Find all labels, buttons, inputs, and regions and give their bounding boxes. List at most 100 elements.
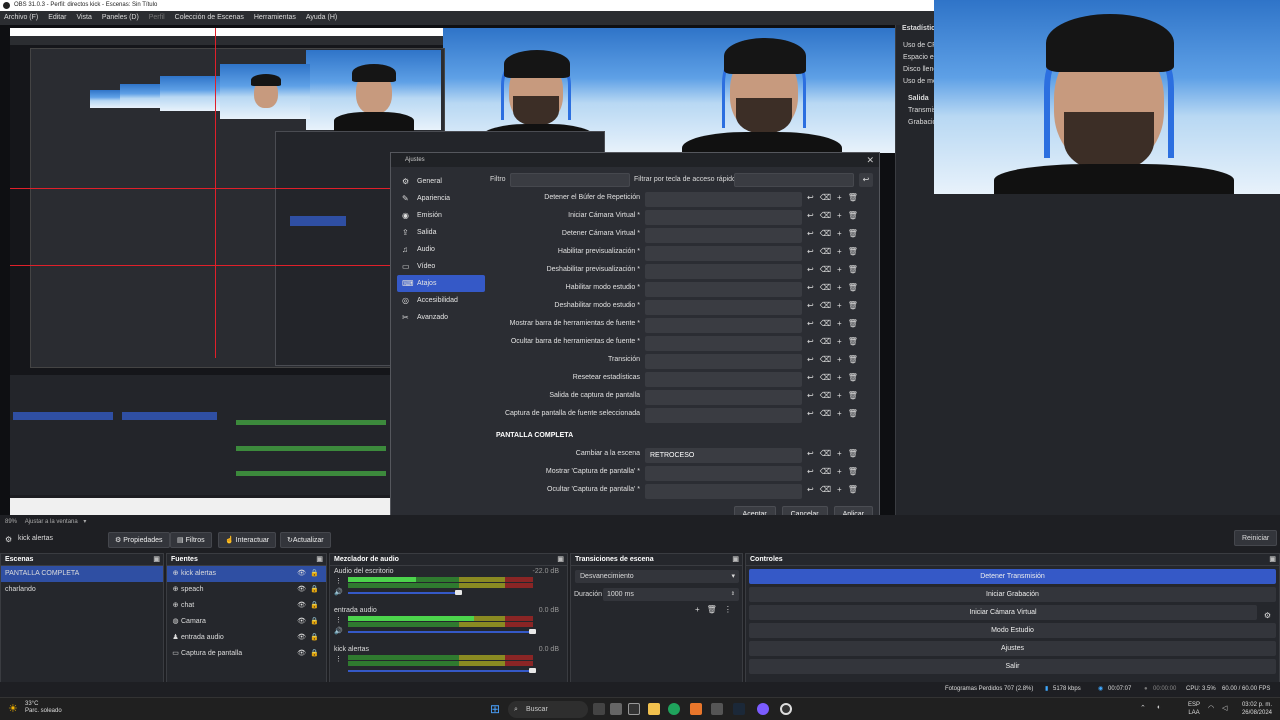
trash-icon[interactable]: 🗑 bbox=[848, 467, 864, 476]
speaker-icon[interactable]: 🔊 bbox=[334, 588, 343, 596]
add-icon[interactable]: + bbox=[837, 355, 848, 364]
lock-icon[interactable]: 🔒 bbox=[310, 630, 319, 646]
steam-icon[interactable] bbox=[733, 703, 745, 715]
hotkey-input[interactable] bbox=[645, 408, 802, 423]
revert-icon[interactable]: ↩ bbox=[807, 265, 820, 274]
start-virtual-camera-button[interactable]: Iniciar Cámara Virtual bbox=[749, 605, 1257, 620]
volume-slider[interactable] bbox=[348, 631, 533, 633]
edge-icon[interactable] bbox=[668, 703, 680, 715]
lock-icon[interactable]: 🔒 bbox=[310, 614, 319, 630]
brave-icon[interactable] bbox=[690, 703, 702, 715]
source-item[interactable]: ▭ Captura de pantalla 👁 🔒 bbox=[167, 646, 326, 662]
revert-icon[interactable]: ↩ bbox=[807, 409, 820, 418]
volume-slider-handle[interactable] bbox=[529, 629, 536, 634]
transition-select[interactable]: Desvanecimiento ▾ bbox=[575, 570, 739, 583]
eye-icon[interactable]: 👁 bbox=[297, 582, 306, 598]
speaker-tray-icon[interactable]: ◐ bbox=[1157, 704, 1161, 711]
hotkey-input[interactable] bbox=[645, 484, 802, 499]
dock-icon[interactable]: ▣ bbox=[1269, 554, 1276, 566]
clear-icon[interactable]: ⌫ bbox=[820, 265, 837, 274]
lock-icon[interactable]: 🔒 bbox=[310, 566, 319, 582]
restart-button[interactable]: Reiniciar bbox=[1234, 530, 1278, 546]
tray-chevron-icon[interactable]: ⌃ bbox=[1140, 704, 1146, 712]
revert-icon[interactable]: ↩ bbox=[807, 211, 820, 220]
trash-icon[interactable]: 🗑 bbox=[848, 229, 864, 238]
scene-item[interactable]: PANTALLA COMPLETA bbox=[1, 566, 163, 582]
revert-icon[interactable]: ↩ bbox=[807, 467, 820, 476]
hotkey-input[interactable] bbox=[645, 336, 802, 351]
trash-icon[interactable]: 🗑 bbox=[848, 211, 864, 220]
dock-icon[interactable]: ▣ bbox=[557, 554, 564, 566]
menu-vista[interactable]: Vista bbox=[76, 14, 91, 21]
add-icon[interactable]: + bbox=[837, 229, 848, 238]
mail-icon[interactable] bbox=[711, 703, 723, 715]
trash-icon[interactable]: 🗑 bbox=[848, 193, 864, 202]
stop-streaming-button[interactable]: Detener Transmisión bbox=[749, 569, 1276, 584]
filter-hotkey-input[interactable] bbox=[734, 173, 854, 187]
nav-audio[interactable]: ♫ Audio bbox=[397, 241, 485, 258]
dock-icon[interactable]: ▣ bbox=[732, 554, 739, 566]
eye-icon[interactable]: 👁 bbox=[297, 598, 306, 614]
discord-icon[interactable] bbox=[757, 703, 769, 715]
volume-icon[interactable]: ◁ bbox=[1222, 704, 1227, 712]
trash-icon[interactable]: 🗑 bbox=[848, 449, 864, 458]
trash-icon[interactable]: 🗑 bbox=[848, 319, 864, 328]
source-item[interactable]: ⊕ chat 👁 🔒 bbox=[167, 598, 326, 614]
add-icon[interactable]: + bbox=[837, 391, 848, 400]
hotkey-input[interactable] bbox=[645, 264, 802, 279]
zoom-mode-select[interactable]: Ajustar a la ventana bbox=[25, 519, 78, 525]
eye-icon[interactable]: 👁 bbox=[297, 566, 306, 582]
nav-salida[interactable]: ⇪ Salida bbox=[397, 224, 485, 241]
properties-button[interactable]: ⚙ Propiedades bbox=[108, 532, 170, 548]
add-icon[interactable]: + bbox=[837, 301, 848, 310]
eye-icon[interactable]: 👁 bbox=[297, 646, 306, 662]
revert-icon[interactable]: ↩ bbox=[807, 355, 820, 364]
revert-icon[interactable]: ↩ bbox=[807, 485, 820, 494]
hotkey-input[interactable] bbox=[645, 210, 802, 225]
nav-general[interactable]: ⚙ General bbox=[397, 173, 485, 190]
app-icon[interactable] bbox=[610, 703, 622, 715]
clear-icon[interactable]: ⌫ bbox=[820, 229, 837, 238]
undo-icon[interactable]: ↩ bbox=[859, 173, 873, 187]
add-icon[interactable]: + bbox=[837, 485, 848, 494]
trash-icon[interactable]: 🗑 bbox=[848, 301, 864, 310]
windows-start-icon[interactable]: ⊞ bbox=[490, 702, 500, 716]
trash-icon[interactable]: 🗑 bbox=[848, 485, 864, 494]
hotkey-input[interactable] bbox=[645, 300, 802, 315]
spinner-icon[interactable]: ⇕ bbox=[731, 588, 735, 601]
clear-icon[interactable]: ⌫ bbox=[820, 319, 837, 328]
clear-icon[interactable]: ⌫ bbox=[820, 211, 837, 220]
clear-icon[interactable]: ⌫ bbox=[820, 449, 837, 458]
menu-paneles[interactable]: Paneles (D) bbox=[102, 14, 139, 21]
add-icon[interactable]: + bbox=[837, 449, 848, 458]
menu-icon[interactable]: ⋮ bbox=[724, 605, 739, 614]
hotkey-input[interactable] bbox=[645, 466, 802, 481]
menu-icon[interactable]: ⋮ bbox=[335, 577, 342, 585]
add-icon[interactable]: + bbox=[837, 409, 848, 418]
filters-button[interactable]: ▤ Filtros bbox=[170, 532, 212, 548]
wifi-icon[interactable]: ◠ bbox=[1208, 704, 1214, 712]
volume-slider[interactable] bbox=[348, 670, 533, 672]
eye-icon[interactable]: 👁 bbox=[297, 614, 306, 630]
lock-icon[interactable]: 🔒 bbox=[310, 582, 319, 598]
clear-icon[interactable]: ⌫ bbox=[820, 485, 837, 494]
clear-icon[interactable]: ⌫ bbox=[820, 373, 837, 382]
trash-icon[interactable]: 🗑 bbox=[848, 247, 864, 256]
trash-icon[interactable]: 🗑 bbox=[707, 605, 724, 614]
clear-icon[interactable]: ⌫ bbox=[820, 391, 837, 400]
hotkey-input[interactable] bbox=[645, 318, 802, 333]
source-item[interactable]: ⊕ kick alertas 👁 🔒 bbox=[167, 566, 326, 582]
language-indicator[interactable]: ESP LAA bbox=[1188, 701, 1200, 717]
add-icon[interactable]: + bbox=[837, 337, 848, 346]
menu-icon[interactable]: ⋮ bbox=[335, 655, 342, 663]
gear-icon[interactable]: ⚙ bbox=[1264, 611, 1271, 620]
trash-icon[interactable]: 🗑 bbox=[848, 283, 864, 292]
lock-icon[interactable]: 🔒 bbox=[310, 646, 319, 662]
revert-icon[interactable]: ↩ bbox=[807, 229, 820, 238]
scene-item[interactable]: charlando bbox=[1, 582, 163, 598]
trash-icon[interactable]: 🗑 bbox=[848, 373, 864, 382]
speaker-icon[interactable]: 🔊 bbox=[334, 627, 343, 635]
volume-slider[interactable] bbox=[348, 592, 459, 594]
hotkey-input[interactable] bbox=[645, 354, 802, 369]
menu-perfil[interactable]: Perfil bbox=[149, 14, 165, 21]
